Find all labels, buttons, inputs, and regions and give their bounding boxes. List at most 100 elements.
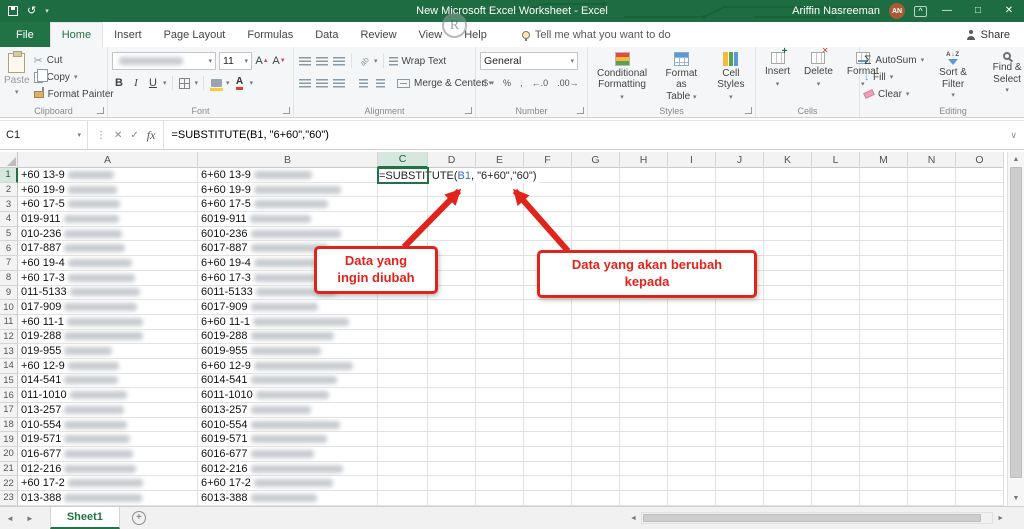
find-select-button[interactable]: Find & Select ▾ (982, 50, 1024, 104)
cell-N2[interactable] (908, 182, 956, 198)
cell-M23[interactable] (860, 491, 908, 506)
cell-C20[interactable] (378, 447, 428, 462)
scroll-down-button[interactable]: ▼ (1008, 491, 1024, 506)
cell-N1[interactable] (908, 168, 956, 183)
autosum-button[interactable]: Σ AutoSum ▾ (864, 52, 924, 68)
cell-C4[interactable] (378, 212, 428, 227)
cell-B19[interactable]: 6019-571 (198, 432, 378, 448)
decrease-indent-button[interactable] (356, 75, 370, 91)
cell-K2[interactable] (764, 182, 812, 198)
cell-styles-button[interactable]: Cell Styles ▾ (711, 50, 751, 104)
column-header-J[interactable]: J (716, 152, 764, 168)
cell-M14[interactable] (860, 358, 908, 374)
cell-C19[interactable] (378, 432, 428, 448)
row-header-10[interactable]: 10 (0, 300, 18, 315)
cell-N13[interactable] (908, 344, 956, 359)
cell-O3[interactable] (956, 197, 1004, 213)
cell-B3[interactable]: 6+60 17-5 (198, 197, 378, 213)
cell-F22[interactable] (524, 476, 572, 492)
cell-E12[interactable] (476, 329, 524, 345)
column-header-H[interactable]: H (620, 152, 668, 168)
cell-D18[interactable] (428, 417, 476, 433)
cell-D2[interactable] (428, 182, 476, 198)
cell-K10[interactable] (764, 300, 812, 315)
row-header-13[interactable]: 13 (0, 344, 18, 359)
font-dialog-launcher[interactable] (283, 107, 290, 114)
cell-N14[interactable] (908, 358, 956, 374)
cell-B22[interactable]: 6+60 17-2 (198, 476, 378, 492)
cell-J4[interactable] (716, 212, 764, 227)
cell-M6[interactable] (860, 241, 908, 257)
cell-A4[interactable]: 019-911 (18, 212, 198, 227)
row-header-2[interactable]: 2 (0, 182, 18, 198)
cell-A22[interactable]: +60 17-2 (18, 476, 198, 492)
font-color-button[interactable]: A (233, 75, 247, 91)
cell-H14[interactable] (620, 358, 668, 374)
cell-L17[interactable] (812, 403, 860, 418)
cell-H5[interactable] (620, 226, 668, 242)
qat-customize-arrow[interactable]: ▾ (45, 7, 49, 15)
cell-E14[interactable] (476, 358, 524, 374)
cell-G3[interactable] (572, 197, 620, 213)
cell-I19[interactable] (668, 432, 716, 448)
cell-F17[interactable] (524, 403, 572, 418)
cell-L20[interactable] (812, 447, 860, 462)
cell-A17[interactable]: 013-257 (18, 403, 198, 418)
cell-I5[interactable] (668, 226, 716, 242)
cell-O18[interactable] (956, 417, 1004, 433)
font-size-dropdown-arrow[interactable]: ▾ (244, 57, 248, 65)
cell-E3[interactable] (476, 197, 524, 213)
align-left-button[interactable] (298, 75, 312, 91)
cell-K17[interactable] (764, 403, 812, 418)
cell-H3[interactable] (620, 197, 668, 213)
column-header-O[interactable]: O (956, 152, 1004, 168)
font-name-select[interactable]: ▾ (112, 52, 216, 70)
cell-B11[interactable]: 6+60 11-1 (198, 314, 378, 330)
cell-I21[interactable] (668, 461, 716, 477)
cell-F19[interactable] (524, 432, 572, 448)
cell-D13[interactable] (428, 344, 476, 359)
cell-O13[interactable] (956, 344, 1004, 359)
cell-G22[interactable] (572, 476, 620, 492)
cell-J22[interactable] (716, 476, 764, 492)
cut-button[interactable]: ✂ Cut (34, 52, 114, 68)
cell-D10[interactable] (428, 300, 476, 315)
cell-A18[interactable]: 010-554 (18, 417, 198, 433)
cell-E11[interactable] (476, 314, 524, 330)
cell-M11[interactable] (860, 314, 908, 330)
maximize-button[interactable]: □ (967, 0, 989, 22)
borders-button[interactable] (178, 75, 192, 91)
cell-N5[interactable] (908, 226, 956, 242)
cell-N19[interactable] (908, 432, 956, 448)
column-header-B[interactable]: B (198, 152, 378, 168)
cell-O19[interactable] (956, 432, 1004, 448)
cell-J19[interactable] (716, 432, 764, 448)
clipboard-dialog-launcher[interactable] (97, 107, 104, 114)
cell-D23[interactable] (428, 491, 476, 506)
tab-data[interactable]: Data (304, 22, 349, 47)
cell-K7[interactable] (764, 256, 812, 271)
ribbon-display-options-icon[interactable]: ^ (914, 5, 927, 17)
cell-I22[interactable] (668, 476, 716, 492)
cell-E22[interactable] (476, 476, 524, 492)
cell-L1[interactable] (812, 168, 860, 183)
cell-E6[interactable] (476, 241, 524, 257)
column-header-D[interactable]: D (428, 152, 476, 168)
cell-M20[interactable] (860, 447, 908, 462)
cell-G23[interactable] (572, 491, 620, 506)
cell-C5[interactable] (378, 226, 428, 242)
cell-L23[interactable] (812, 491, 860, 506)
cell-M19[interactable] (860, 432, 908, 448)
cell-L14[interactable] (812, 358, 860, 374)
cell-A2[interactable]: +60 19-9 (18, 182, 198, 198)
decrease-font-size-button[interactable]: A ▼ (272, 53, 286, 69)
cell-N9[interactable] (908, 285, 956, 301)
cell-G13[interactable] (572, 344, 620, 359)
cell-O17[interactable] (956, 403, 1004, 418)
cell-G14[interactable] (572, 358, 620, 374)
cell-F10[interactable] (524, 300, 572, 315)
cell-K13[interactable] (764, 344, 812, 359)
cell-B5[interactable]: 6010-236 (198, 226, 378, 242)
clear-button[interactable]: Clear ▾ (863, 86, 924, 102)
underline-button[interactable]: U (146, 75, 160, 91)
